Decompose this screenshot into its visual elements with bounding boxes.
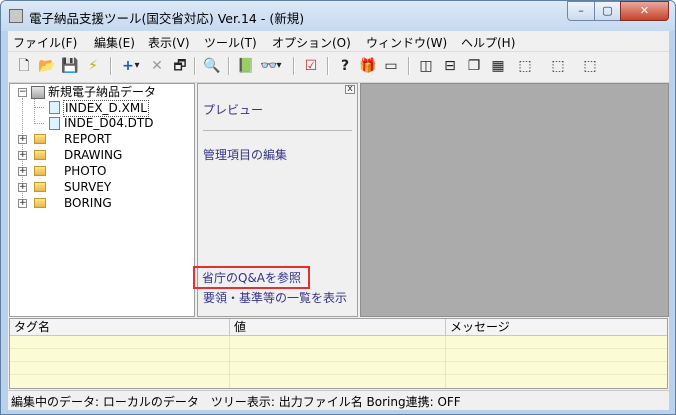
layout-split-horizontal-icon[interactable]: ⊟ xyxy=(440,56,460,76)
message-list: タグ名 値 メッセージ xyxy=(9,318,668,389)
tree-connector xyxy=(34,107,44,108)
toolbar-separator xyxy=(327,57,329,75)
tile-icon[interactable]: ▦ xyxy=(488,56,508,76)
help-icon[interactable]: ? xyxy=(335,56,355,76)
column-tag-name[interactable]: タグ名 xyxy=(10,319,230,335)
row-line xyxy=(10,374,667,375)
tree-folder-label: DRAWING xyxy=(64,148,123,162)
folder-icon xyxy=(34,150,46,160)
window-arrange-1-icon[interactable]: ⬚ xyxy=(515,56,535,76)
add-dropdown-icon[interactable]: ▾ xyxy=(132,56,142,76)
toolbar-separator xyxy=(228,57,230,75)
layout-split-vertical-icon[interactable]: ◫ xyxy=(416,56,436,76)
tree-folder-label: SURVEY xyxy=(64,180,112,194)
dtd-file-icon xyxy=(49,117,60,130)
client-area: ファイル(F) 編集(E) 表示(V) ツール(T) オプション(O) ウィンド… xyxy=(8,31,669,410)
menu-help[interactable]: ヘルプ(H) xyxy=(461,34,515,51)
status-bar: 編集中のデータ: ローカルのデータ ツリー表示: 出力ファイル名 Boring連… xyxy=(8,390,669,410)
tree-folder-label: REPORT xyxy=(64,132,112,146)
menu-bar: ファイル(F) 編集(E) 表示(V) ツール(T) オプション(O) ウィンド… xyxy=(8,31,669,52)
guidelines-link[interactable]: 要領・基準等の一覧を表示 xyxy=(203,289,347,306)
tree-connector xyxy=(34,98,35,124)
preview-link[interactable]: プレビュー xyxy=(203,101,263,118)
tree-folder-label: BORING xyxy=(64,196,112,210)
tree-folder-label: PHOTO xyxy=(64,164,107,178)
window-arrange-3-icon[interactable]: ⬚ xyxy=(580,56,600,76)
message-list-header: タグ名 値 メッセージ xyxy=(10,319,667,336)
cascade-icon[interactable]: ❐ xyxy=(464,56,484,76)
tree-file-label: INDE_D04.DTD xyxy=(64,116,154,130)
properties-icon[interactable]: 🗗 xyxy=(170,56,190,76)
menu-file[interactable]: ファイル(F) xyxy=(13,34,77,51)
menu-view[interactable]: 表示(V) xyxy=(148,34,190,51)
row-line xyxy=(10,361,667,362)
folder-icon xyxy=(34,182,46,192)
app-icon[interactable] xyxy=(9,9,23,23)
window-arrange-2-icon[interactable]: ⬚ xyxy=(548,56,568,76)
toolbar-separator xyxy=(110,57,112,75)
expand-icon[interactable]: + xyxy=(18,135,27,144)
message-list-body[interactable] xyxy=(10,336,667,388)
database-icon xyxy=(31,86,45,99)
folder-icon xyxy=(34,134,46,144)
main-window: 電子納品支援ツール(国交省対応) Ver.14 - (新規) – ▢ ✕ ファイ… xyxy=(0,0,676,415)
toolbar-separator xyxy=(408,57,410,75)
close-icon[interactable]: x xyxy=(345,85,355,94)
expand-icon[interactable]: + xyxy=(18,151,27,160)
folder-tree[interactable]: − 新規電子納品データ INDEX_D.XML INDE_D04.DTD + R… xyxy=(9,83,195,317)
delete-icon[interactable]: ✕ xyxy=(147,56,167,76)
qa-link[interactable]: 省庁のQ&Aを参照 xyxy=(202,269,301,286)
expand-icon[interactable]: + xyxy=(18,183,27,192)
maximize-button[interactable]: ▢ xyxy=(594,1,621,21)
lightning-icon[interactable]: ⚡ xyxy=(83,56,103,76)
checklist-icon[interactable]: ☑ xyxy=(301,56,321,76)
column-line xyxy=(229,336,230,388)
edit-items-link[interactable]: 管理項目の編集 xyxy=(203,146,287,163)
collapse-icon[interactable]: − xyxy=(18,88,27,97)
window-title: 電子納品支援ツール(国交省対応) Ver.14 - (新規) xyxy=(29,11,305,26)
tree-file-label: INDEX_D.XML xyxy=(63,100,149,117)
toolbar-separator xyxy=(194,57,196,75)
folder-icon xyxy=(34,198,46,208)
title-bar[interactable]: 電子納品支援ツール(国交省対応) Ver.14 - (新規) – ▢ ✕ xyxy=(1,1,675,31)
toolbar-separator xyxy=(293,57,295,75)
preview-area xyxy=(360,83,669,317)
new-icon[interactable]: 🗋 xyxy=(14,56,34,76)
save-icon[interactable]: 💾 xyxy=(60,56,80,76)
package-icon[interactable]: 🎁 xyxy=(358,56,378,76)
menu-window[interactable]: ウィンドウ(W) xyxy=(366,34,447,51)
expand-icon[interactable]: + xyxy=(18,167,27,176)
print-preview-icon[interactable]: 🔍 xyxy=(202,56,222,76)
row-line xyxy=(10,348,667,349)
search-dropdown-icon[interactable]: ▾ xyxy=(274,56,284,76)
task-pane: x プレビュー 管理項目の編集 省庁のQ&Aを参照 要領・基準等の一覧を表示 xyxy=(193,83,358,317)
expand-icon[interactable]: + xyxy=(18,199,27,208)
folder-icon xyxy=(34,166,46,176)
status-text: 編集中のデータ: ローカルのデータ ツリー表示: 出力ファイル名 Boring連… xyxy=(11,395,461,409)
menu-tools[interactable]: ツール(T) xyxy=(204,34,257,51)
menu-edit[interactable]: 編集(E) xyxy=(94,34,135,51)
card-icon[interactable]: ▭ xyxy=(381,56,401,76)
toolbar: 🗋 📂 💾 ⚡ + ▾ ✕ 🗗 🔍 📗 👓 ▾ ☑ ? 🎁 ▭ ◫ ⊟ ❐ ▦ … xyxy=(8,52,669,83)
divider xyxy=(203,130,352,131)
minimize-button[interactable]: – xyxy=(567,1,595,21)
tree-connector xyxy=(34,123,44,124)
column-value[interactable]: 値 xyxy=(230,319,446,335)
xml-file-icon xyxy=(49,101,60,114)
menu-options[interactable]: オプション(O) xyxy=(272,34,351,51)
book-icon[interactable]: 📗 xyxy=(236,56,256,76)
column-message[interactable]: メッセージ xyxy=(446,319,667,335)
tree-root-label: 新規電子納品データ xyxy=(48,85,157,99)
close-button[interactable]: ✕ xyxy=(620,1,669,21)
column-line xyxy=(445,336,446,388)
open-folder-icon[interactable]: 📂 xyxy=(37,56,57,76)
